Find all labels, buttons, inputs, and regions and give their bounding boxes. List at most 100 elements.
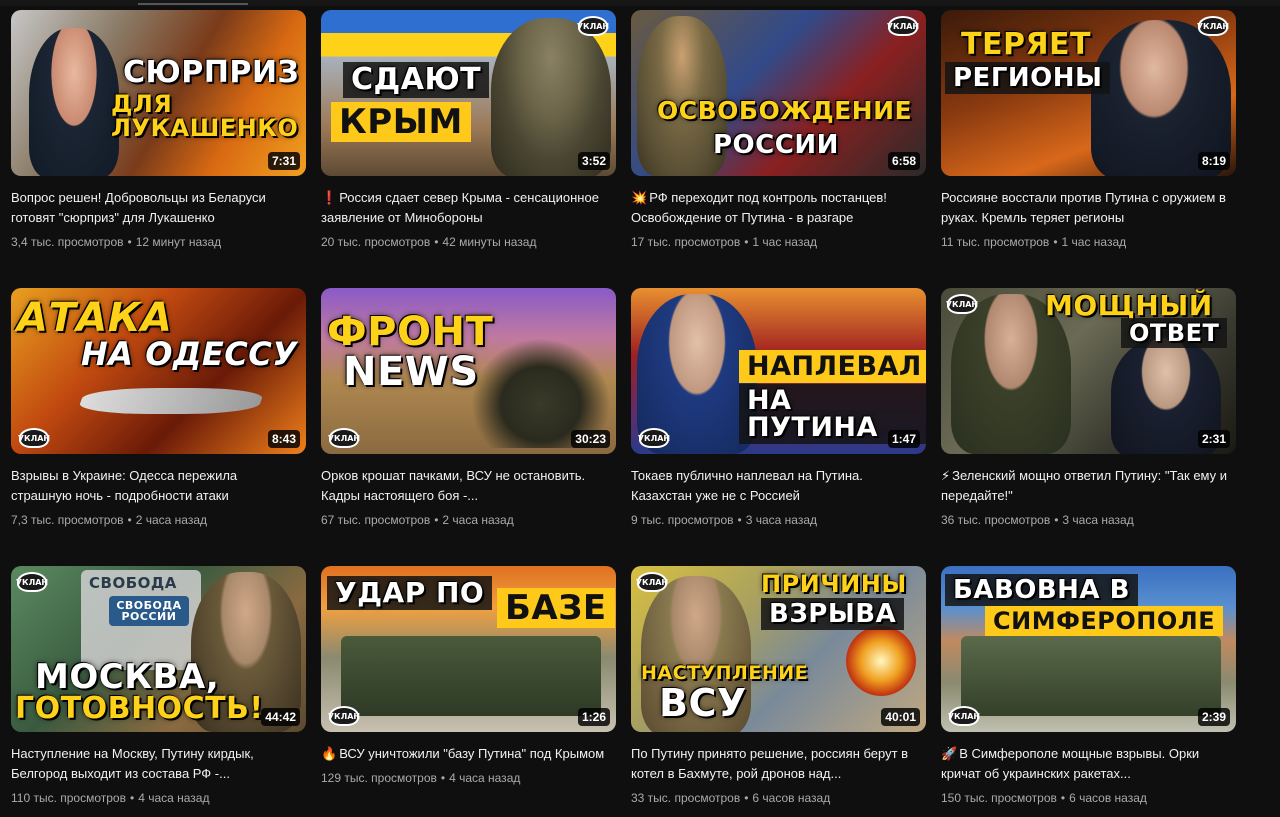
view-count: 67 тыс. просмотров [321,513,431,527]
top-progress-bar [0,0,1280,6]
video-title[interactable]: ⚡ Зеленский мощно ответил Путину: "Так ем… [941,466,1231,506]
upload-age: 1 час назад [1061,235,1127,249]
video-thumbnail[interactable]: БАВОВНА В СИМФЕРОПОЛЕ УКЛАН 2:39 [941,566,1236,732]
video-thumbnail[interactable]: ФРОНТ NEWS УКЛАН 30:23 [321,288,616,454]
flag-text: СВОБОДА РОССИИ [109,596,189,626]
view-count: 110 тыс. просмотров [11,791,126,805]
thumbnail-headline: УДАР ПО [327,576,493,610]
upload-age: 3 часа назад [745,513,818,527]
video-title[interactable]: ❗ Россия сдает север Крыма - сенсационное… [321,188,611,228]
video-card[interactable]: МОЩНЫЙ ОТВЕТ УКЛАН 2:31 ⚡ Зеленский мощно… [941,288,1236,566]
thumbnail-headline: NEWS [343,349,479,395]
video-duration: 8:43 [267,430,300,448]
upload-age: 4 часа назад [449,771,521,785]
video-grid: СЮРПРИЗ ДЛЯ ЛУКАШЕНКО 7:31 Вопрос решен!… [11,10,1236,817]
thumbnail-headline: ВСУ [659,681,747,725]
video-duration: 3:52 [577,152,610,170]
video-thumbnail[interactable]: ПРИЧИНЫ ВЗРЫВА НАСТУПЛЕНИЕ ВСУ УКЛАН 40:… [631,566,926,732]
thumbnail-headline: ФРОНТ [327,309,494,355]
video-meta: 9 тыс. просмотров • 3 часа назад [631,513,818,527]
view-count: 3,4 тыс. просмотров [11,235,124,249]
upload-age: 6 часов назад [1069,791,1147,805]
view-count: 150 тыс. просмотров [941,791,1057,805]
video-duration: 44:42 [261,708,300,726]
video-title[interactable]: 💥 РФ переходит под контроль постанцев! Ос… [631,188,921,228]
video-thumbnail[interactable]: СДАЮТ КРЫМ УКЛАН 3:52 [321,10,616,176]
video-duration: 30:23 [571,430,610,448]
upload-age: 3 часа назад [1062,513,1134,527]
thumbnail-headline: ОСВОБОЖДЕНИЕ [657,96,913,125]
thumbnail-headline: БАЗЕ [497,588,615,628]
military-truck [341,636,601,716]
thumbnail-headline: НА ОДЕССУ [81,335,298,373]
thumbnail-headline: БАВОВНА В [945,574,1138,606]
video-title[interactable]: Россияне восстали против Путина с оружие… [941,188,1231,228]
video-meta: 67 тыс. просмотров • 2 часа назад [321,513,514,527]
explosion-shape [846,626,916,696]
video-title[interactable]: Взрывы в Украине: Одесса пережила страшн… [11,466,301,506]
thumbnail-headline: ОТВЕТ [1121,318,1228,348]
channel-logo-icon: УКЛАН [948,706,980,726]
video-meta: 20 тыс. просмотров • 42 минуты назад [321,235,537,249]
view-count: 17 тыс. просмотров [631,235,741,249]
video-card[interactable]: СВОБОДА СВОБОДА РОССИИ МОСКВА, ГОТОВНОСТ… [11,566,306,817]
video-card[interactable]: БАВОВНА В СИМФЕРОПОЛЕ УКЛАН 2:39 🚀 В Симф… [941,566,1236,817]
video-meta: 11 тыс. просмотров • 1 час назад [941,235,1127,249]
thumbnail-headline: ДЛЯ ЛУКАШЕНКО [111,90,299,142]
video-card[interactable]: АТАКА НА ОДЕССУ УКЛАН 8:43 Взрывы в Укра… [11,288,306,566]
video-duration: 8:19 [1197,152,1230,170]
video-duration: 6:58 [887,152,920,170]
upload-age: 2 часа назад [442,513,514,527]
thumbnail-headline: ТЕРЯЕТ [961,27,1092,62]
video-duration: 2:39 [1197,708,1230,726]
video-thumbnail[interactable]: СЮРПРИЗ ДЛЯ ЛУКАШЕНКО 7:31 [11,10,306,176]
thumbnail-headline: КРЫМ [331,102,471,142]
video-card[interactable]: ПРИЧИНЫ ВЗРЫВА НАСТУПЛЕНИЕ ВСУ УКЛАН 40:… [631,566,926,817]
video-duration: 2:31 [1197,430,1230,448]
video-meta: 129 тыс. просмотров • 4 часа назад [321,771,521,785]
video-title[interactable]: Наступление на Москву, Путину кирдык, Бе… [11,744,301,784]
video-card[interactable]: ОСВОБОЖДЕНИЕ РОССИИ УКЛАН 6:58 💥 РФ перех… [631,10,926,288]
channel-logo-icon: УКЛАН [328,428,360,448]
channel-logo-icon: УКЛАН [328,706,360,726]
video-card[interactable]: СЮРПРИЗ ДЛЯ ЛУКАШЕНКО 7:31 Вопрос решен!… [11,10,306,288]
thumbnail-headline: МОСКВА, [35,657,220,697]
view-count: 11 тыс. просмотров [941,235,1050,249]
thumbnail-headline: РЕГИОНЫ [945,62,1111,94]
video-thumbnail[interactable]: ТЕРЯЕТ РЕГИОНЫ УКЛАН 8:19 [941,10,1236,176]
video-title[interactable]: По Путину принято решение, россиян берут… [631,744,921,784]
video-meta: 110 тыс. просмотров • 4 часа назад [11,791,210,805]
video-card[interactable]: СДАЮТ КРЫМ УКЛАН 3:52 ❗ Россия сдает севе… [321,10,616,288]
channel-logo-icon: УКЛАН [16,572,48,592]
channel-logo-icon: УКЛАН [18,428,50,448]
upload-age: 12 минут назад [135,235,222,249]
person-portrait [29,28,119,176]
video-thumbnail[interactable]: НАПЛЕВАЛ НА ПУТИНА УКЛАН 1:47 [631,288,926,454]
video-card[interactable]: НАПЛЕВАЛ НА ПУТИНА УКЛАН 1:47 Токаев пуб… [631,288,926,566]
video-meta: 36 тыс. просмотров • 3 часа назад [941,513,1134,527]
video-card[interactable]: УДАР ПО БАЗЕ УКЛАН 1:26 🔥 ВСУ уничтожили … [321,566,616,817]
video-thumbnail[interactable]: МОЩНЫЙ ОТВЕТ УКЛАН 2:31 [941,288,1236,454]
upload-age: 42 минуты назад [442,235,537,249]
video-title[interactable]: Токаев публично наплевал на Путина. Каза… [631,466,921,506]
video-thumbnail[interactable]: СВОБОДА СВОБОДА РОССИИ МОСКВА, ГОТОВНОСТ… [11,566,306,732]
video-thumbnail[interactable]: АТАКА НА ОДЕССУ УКЛАН 8:43 [11,288,306,454]
view-count: 20 тыс. просмотров [321,235,431,249]
thumbnail-headline: СИМФЕРОПОЛЕ [985,606,1224,636]
video-thumbnail[interactable]: ОСВОБОЖДЕНИЕ РОССИИ УКЛАН 6:58 [631,10,926,176]
video-title[interactable]: 🔥 ВСУ уничтожили "базу Путина" под Крымом [321,744,611,764]
video-thumbnail[interactable]: УДАР ПО БАЗЕ УКЛАН 1:26 [321,566,616,732]
view-count: 36 тыс. просмотров [941,513,1051,527]
video-title[interactable]: Вопрос решен! Добровольцы из Беларуси го… [11,188,301,228]
view-count: 7,3 тыс. просмотров [11,513,124,527]
upload-age: 4 часа назад [138,791,210,805]
view-count: 33 тыс. просмотров [631,791,741,805]
video-title[interactable]: Орков крошат пачками, ВСУ не остановить.… [321,466,611,506]
video-card[interactable]: ФРОНТ NEWS УКЛАН 30:23 Орков крошат пачк… [321,288,616,566]
video-card[interactable]: ТЕРЯЕТ РЕГИОНЫ УКЛАН 8:19 Россияне восст… [941,10,1236,288]
thumbnail-headline: НАПЛЕВАЛ [739,350,926,383]
video-meta: 3,4 тыс. просмотров • 12 минут назад [11,235,222,249]
upload-age: 2 часа назад [135,513,208,527]
video-meta: 7,3 тыс. просмотров • 2 часа назад [11,513,208,527]
video-title[interactable]: 🚀 В Симферополе мощные взрывы. Орки крича… [941,744,1231,784]
